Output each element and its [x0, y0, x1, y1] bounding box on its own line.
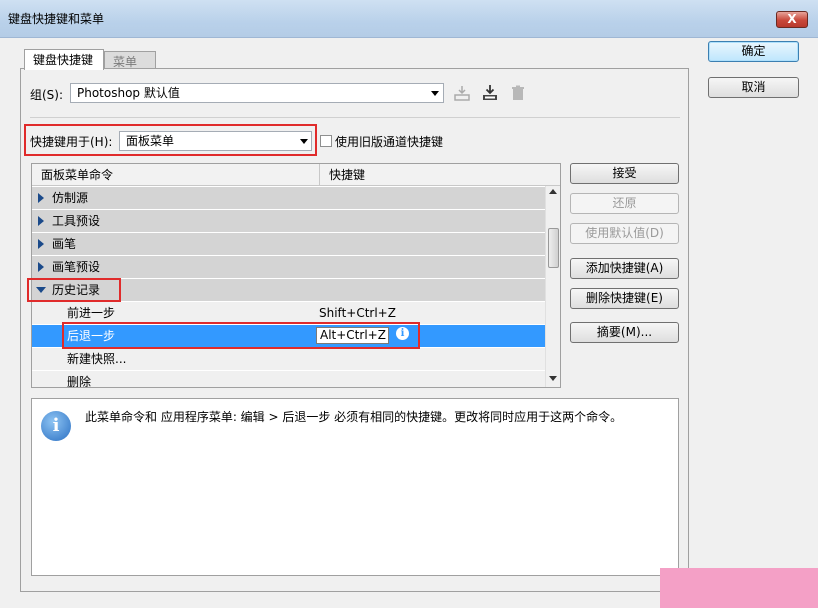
title-bar — [0, 0, 818, 38]
watermark-overlay — [660, 568, 818, 608]
window-title: 键盘快捷键和菜单 — [8, 12, 105, 26]
annotation-box-step-back — [62, 322, 420, 349]
scroll-down-icon[interactable] — [549, 376, 557, 381]
column-header-shortcut: 快捷键 — [329, 168, 366, 182]
command-label: 前进一步 — [67, 306, 116, 320]
expand-triangle-icon[interactable] — [38, 216, 44, 226]
group-label: 画笔预设 — [52, 260, 101, 274]
command-label: 删除 — [67, 375, 92, 388]
column-divider — [319, 164, 320, 186]
table-row[interactable]: 画笔预设 — [32, 256, 545, 279]
delete-shortcut-button[interactable]: 删除快捷键(E) — [570, 288, 679, 309]
scrollbar-thumb[interactable] — [548, 228, 559, 268]
group-label: 画笔 — [52, 237, 77, 251]
group-label: 工具预设 — [52, 214, 101, 228]
trash-icon[interactable] — [509, 84, 527, 102]
expand-triangle-icon[interactable] — [38, 239, 44, 249]
shortcuts-for-dropdown[interactable]: 面板菜单 — [119, 131, 312, 151]
set-label: 组(S): — [30, 88, 64, 102]
info-box: i 此菜单命令和 应用程序菜单: 编辑 > 后退一步 必须有相同的快捷键。更改将… — [31, 398, 679, 576]
expand-triangle-icon[interactable] — [38, 262, 44, 272]
divider — [30, 117, 680, 118]
save-set-icon[interactable] — [453, 84, 471, 102]
add-shortcut-button[interactable]: 添加快捷键(A) — [570, 258, 679, 279]
table-row[interactable]: 工具预设 — [32, 210, 545, 233]
legacy-channel-label: 使用旧版通道快捷键 — [335, 135, 444, 149]
save-set-as-icon[interactable] — [481, 84, 499, 102]
shortcuts-for-value: 面板菜单 — [126, 134, 175, 148]
scroll-up-icon[interactable] — [549, 189, 557, 194]
cancel-button[interactable]: 取消 — [708, 77, 799, 98]
command-label: 新建快照... — [67, 352, 127, 366]
shortcuts-table: 面板菜单命令 快捷键 仿制源 工具预设 画笔 画笔预设 历史记录 前进一步 Sh… — [31, 163, 561, 388]
table-scrollbar[interactable] — [545, 186, 560, 387]
chevron-down-icon — [300, 139, 308, 144]
legacy-channel-checkbox[interactable] — [320, 135, 332, 147]
summarize-button[interactable]: 摘要(M)... — [570, 322, 679, 343]
table-row[interactable]: 新建快照... — [32, 348, 545, 371]
shortcut-value: Shift+Ctrl+Z — [319, 306, 396, 320]
shortcuts-for-label: 快捷键用于(H): — [30, 135, 113, 149]
use-default-button[interactable]: 使用默认值(D) — [570, 223, 679, 244]
set-dropdown-value: Photoshop 默认值 — [77, 86, 180, 100]
expand-triangle-icon[interactable] — [38, 193, 44, 203]
undo-button[interactable]: 还原 — [570, 193, 679, 214]
set-dropdown[interactable]: Photoshop 默认值 — [70, 83, 444, 103]
table-header: 面板菜单命令 快捷键 — [32, 164, 560, 186]
table-row[interactable]: 删除 — [32, 371, 545, 388]
ok-button[interactable]: 确定 — [708, 41, 799, 62]
info-message: 此菜单命令和 应用程序菜单: 编辑 > 后退一步 必须有相同的快捷键。更改将同时… — [85, 410, 623, 424]
info-icon: i — [41, 411, 71, 441]
chevron-down-icon — [431, 91, 439, 96]
accept-button[interactable]: 接受 — [570, 163, 679, 184]
table-row[interactable]: 画笔 — [32, 233, 545, 256]
column-header-command: 面板菜单命令 — [41, 168, 114, 182]
tab-keyboard-shortcuts[interactable]: 键盘快捷键 — [24, 49, 104, 70]
annotation-box-history — [27, 278, 121, 302]
table-row[interactable]: 仿制源 — [32, 187, 545, 210]
close-button[interactable]: X — [776, 11, 808, 28]
group-label: 仿制源 — [52, 191, 89, 205]
